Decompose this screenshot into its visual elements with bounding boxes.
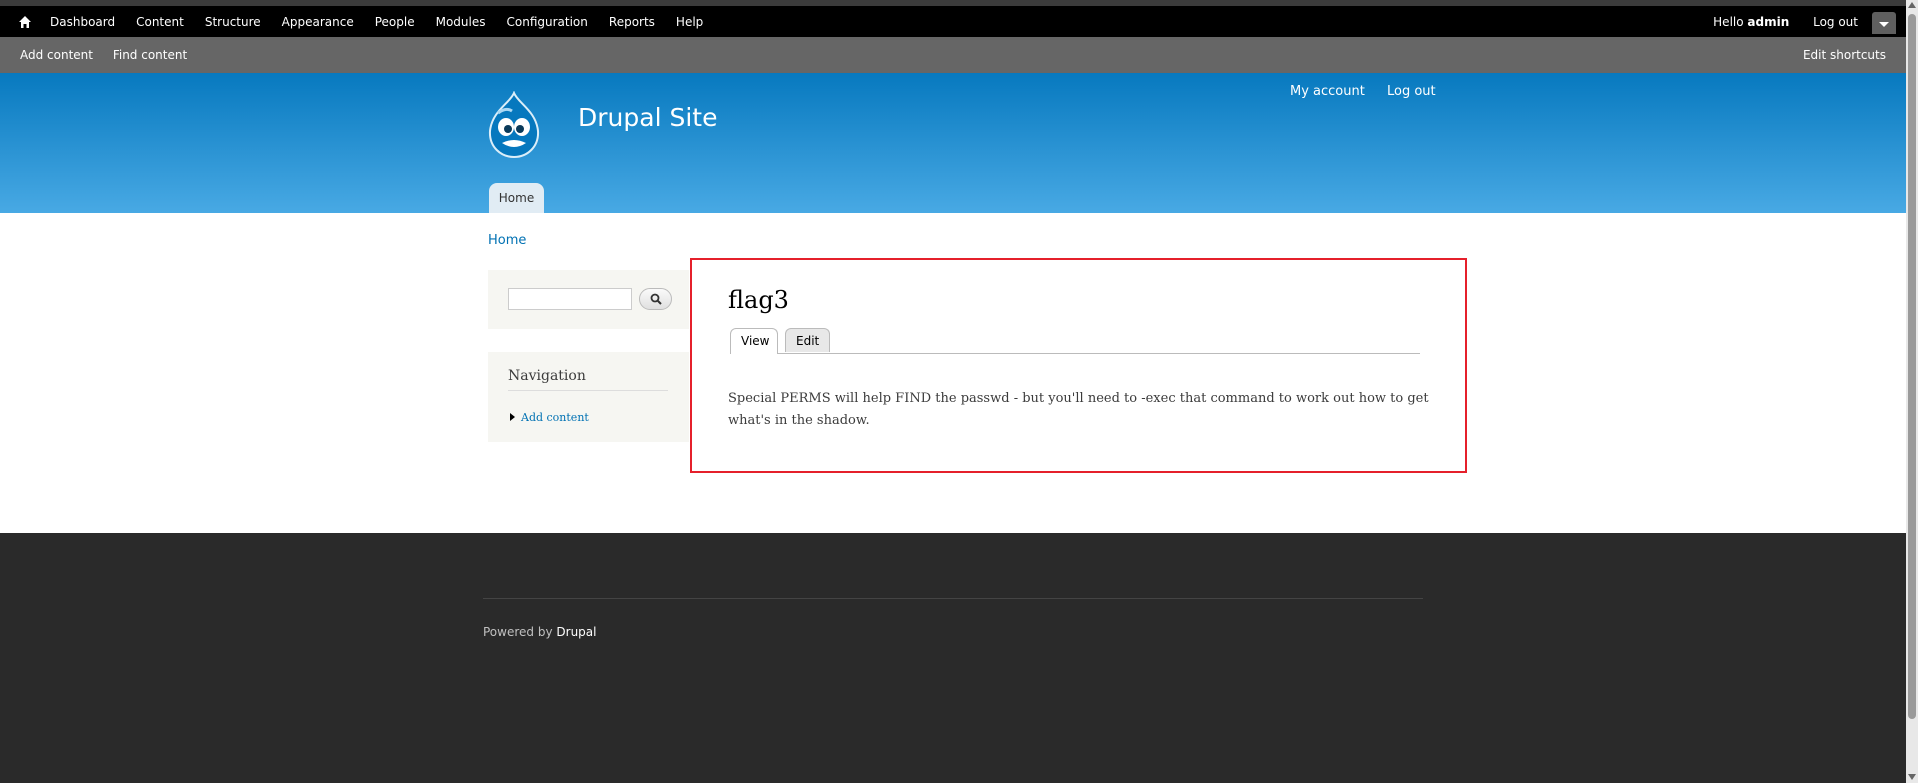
user-greeting: Hello admin Log out <box>1713 15 1858 29</box>
secondary-menu: My account Log out <box>1290 84 1454 99</box>
node-tabs: View Edit <box>730 328 1420 354</box>
drupal-link[interactable]: Drupal <box>556 625 596 639</box>
shortcuts-toggle-button[interactable] <box>1872 12 1896 34</box>
drupal-logo[interactable] <box>484 90 544 159</box>
search-input[interactable] <box>508 288 632 310</box>
vertical-scrollbar[interactable] <box>1906 0 1918 783</box>
page-title: flag3 <box>728 286 789 314</box>
admin-menu: Dashboard Content Structure Appearance P… <box>50 15 724 29</box>
navigation-block: Navigation Add content <box>488 352 689 442</box>
my-account-link[interactable]: My account <box>1290 84 1365 99</box>
nav-item-label[interactable]: Add content <box>521 411 589 424</box>
admin-menu-modules[interactable]: Modules <box>436 15 486 29</box>
site-footer: Powered by Drupal <box>0 533 1906 783</box>
shortcuts-bar: Add content Find content Edit shortcuts <box>0 37 1906 73</box>
main-menu-home-tab[interactable]: Home <box>489 183 544 213</box>
page-content: Home Navigation Add content flag3 View E… <box>0 213 1906 533</box>
tab-view[interactable]: View <box>730 328 778 354</box>
shortcut-find-content[interactable]: Find content <box>113 48 187 62</box>
scrollbar-thumb[interactable] <box>1908 14 1916 719</box>
search-block <box>488 270 689 329</box>
admin-menu-structure[interactable]: Structure <box>205 15 261 29</box>
admin-menu-reports[interactable]: Reports <box>609 15 655 29</box>
breadcrumb[interactable]: Home <box>488 233 526 248</box>
admin-menu-people[interactable]: People <box>375 15 415 29</box>
admin-menu-content[interactable]: Content <box>136 15 184 29</box>
username[interactable]: admin <box>1747 15 1789 29</box>
hello-text: Hello <box>1713 15 1744 29</box>
admin-menu-help[interactable]: Help <box>676 15 703 29</box>
nav-item-add-content[interactable]: Add content <box>510 411 589 424</box>
navigation-title: Navigation <box>508 368 668 391</box>
admin-toolbar: Dashboard Content Structure Appearance P… <box>0 0 1906 37</box>
admin-menu-dashboard[interactable]: Dashboard <box>50 15 115 29</box>
powered-by: Powered by Drupal <box>483 625 596 639</box>
header-logout-link[interactable]: Log out <box>1387 84 1436 99</box>
admin-menu-configuration[interactable]: Configuration <box>507 15 588 29</box>
powered-by-text: Powered by <box>483 625 553 639</box>
node-content: flag3 View Edit Special PERMS will help … <box>690 258 1467 473</box>
edit-shortcuts-link[interactable]: Edit shortcuts <box>1803 48 1886 62</box>
admin-menu-appearance[interactable]: Appearance <box>282 15 354 29</box>
shortcut-add-content[interactable]: Add content <box>20 48 93 62</box>
collapsed-arrow-icon <box>510 413 515 421</box>
tab-edit[interactable]: Edit <box>785 328 830 352</box>
site-name[interactable]: Drupal Site <box>578 103 717 132</box>
search-icon <box>650 293 662 305</box>
home-icon[interactable] <box>18 15 32 29</box>
scroll-down-arrow-icon[interactable] <box>1908 774 1916 780</box>
toolbar-logout-link[interactable]: Log out <box>1813 15 1858 29</box>
footer-divider <box>483 598 1423 599</box>
site-header: Drupal Site My account Log out Home <box>0 73 1906 213</box>
scroll-up-arrow-icon[interactable] <box>1908 2 1916 8</box>
node-body: Special PERMS will help FIND the passwd … <box>728 391 1429 428</box>
search-button[interactable] <box>639 288 672 310</box>
